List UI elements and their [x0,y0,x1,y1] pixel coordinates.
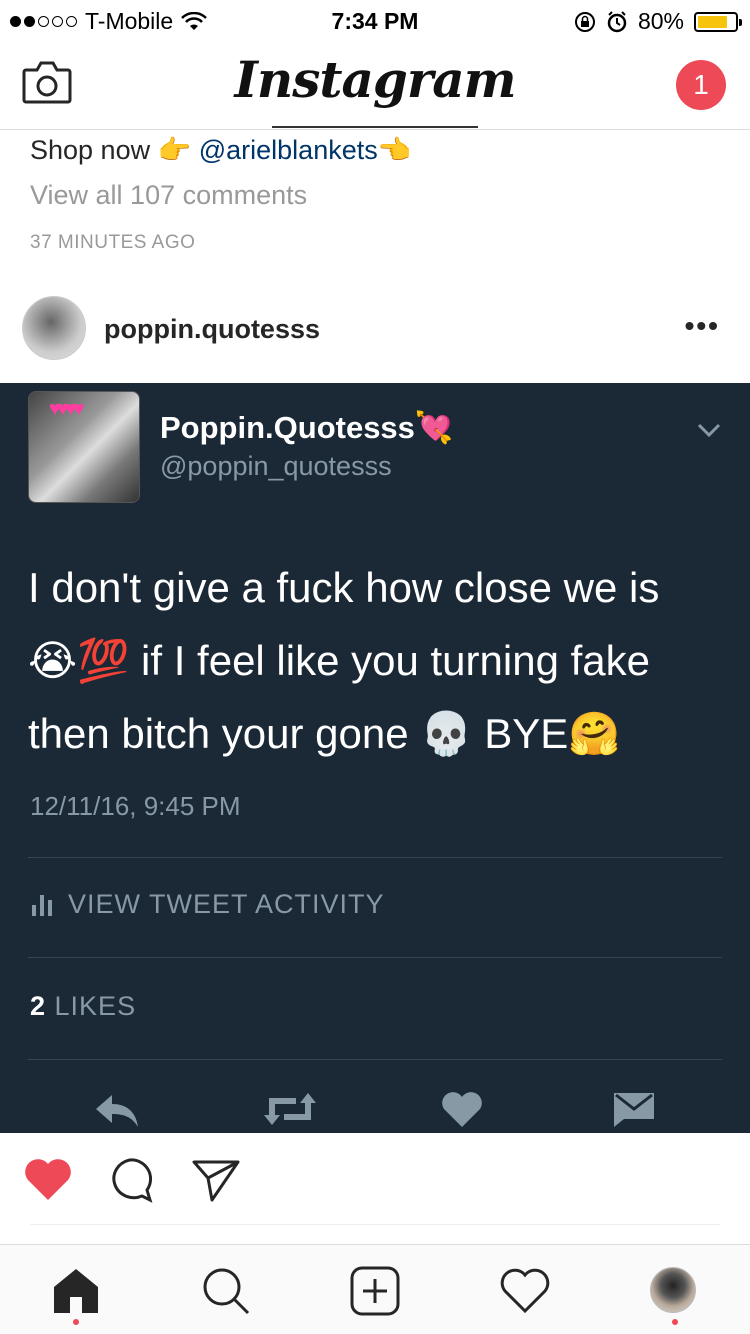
profile-tab[interactable] [650,1267,702,1319]
app-header: Instagram 1 [0,40,750,130]
tweet-avatar: ♥♥♥♥ [28,391,140,503]
share-icon[interactable] [190,1156,242,1204]
tweet-line-3-text: then bitch your gone [28,710,421,757]
battery-icon [694,11,742,32]
tweet-actions [0,1083,750,1133]
more-options-icon[interactable]: ••• [685,310,720,342]
caption-text: Shop now [30,135,158,165]
likes-count: 2 [30,991,47,1021]
hearts-decoration-icon: ♥♥♥♥ [49,398,84,420]
reply-icon [96,1095,138,1127]
crying-hundred-emoji: 😭💯 [28,637,130,684]
alarm-icon [607,10,627,32]
tweet-handle: @poppin_quotesss [160,451,392,481]
pointing-right-emoji: 👉 [157,135,192,165]
mention-link[interactable]: @arielblankets [199,135,378,165]
post-image[interactable]: ♥♥♥♥ Poppin.Quotesss💘 @poppin_quotesss I… [0,383,750,1133]
rotation-lock-icon [574,11,595,32]
tab-bar [0,1244,750,1334]
hugging-emoji: 🤗 [568,710,621,757]
retweet-icon [264,1093,316,1125]
direct-message-icon [614,1093,654,1127]
post-caption: Shop now 👉 @arielblankets👈 [30,134,411,166]
battery-percent: 80% [637,8,684,34]
pointing-left-emoji: 👈 [377,135,412,165]
post-actions [0,1134,750,1224]
divider [28,857,722,858]
likes-label: LIKES [46,991,137,1021]
notification-badge[interactable]: 1 [676,60,726,110]
add-post-icon[interactable] [349,1265,401,1317]
bar-chart-icon [32,894,52,916]
comment-icon[interactable] [104,1156,156,1204]
tweet-activity-label: VIEW TWEET ACTIVITY [68,889,385,919]
activity-heart-icon[interactable] [499,1265,551,1317]
post-header: poppin.quotesss ••• [0,280,750,380]
like-heart-icon [442,1092,482,1127]
tweet-line-2: 😭💯 if I feel like you turning fake [28,624,728,697]
chevron-down-icon [697,423,721,438]
tweet-date: 12/11/16, 9:45 PM [30,791,241,821]
tweet-line-2-text: if I feel like you turning fake [129,637,650,684]
post-username[interactable]: poppin.quotesss [104,314,320,345]
logo-underline [272,126,478,128]
heart-arrow-emoji: 💘 [414,410,454,445]
tweet-line-3-end: BYE [472,710,569,757]
avatar [650,1267,696,1313]
profile-activity-dot [672,1319,678,1325]
post-timestamp: 37 MINUTES AGO [30,232,196,253]
divider [28,957,722,958]
tweet-line-1: I don't give a fuck how close we is [28,564,660,611]
avatar[interactable] [22,296,86,360]
tweet-text: I don't give a fuck how close we is 😭💯 i… [28,551,728,770]
tweet-activity: VIEW TWEET ACTIVITY [30,889,385,920]
search-icon[interactable] [200,1265,252,1317]
status-bar: T-Mobile 7:34 PM 80% [0,0,750,40]
divider [28,1059,722,1060]
view-all-comments-link[interactable]: View all 107 comments [30,180,307,211]
skull-emoji: 💀 [420,710,473,757]
tweet-likes: 2 LIKES [30,991,136,1022]
home-activity-dot [73,1319,79,1325]
tweet-line-3: then bitch your gone 💀 BYE🤗 [28,697,728,770]
like-heart-icon[interactable] [22,1156,74,1204]
home-icon[interactable] [50,1265,102,1317]
tweet-display-name: Poppin.Quotesss💘 [160,409,454,446]
instagram-logo: Instagram [234,50,517,109]
divider [30,1224,720,1225]
tweet-name-text: Poppin.Quotesss [160,410,415,445]
